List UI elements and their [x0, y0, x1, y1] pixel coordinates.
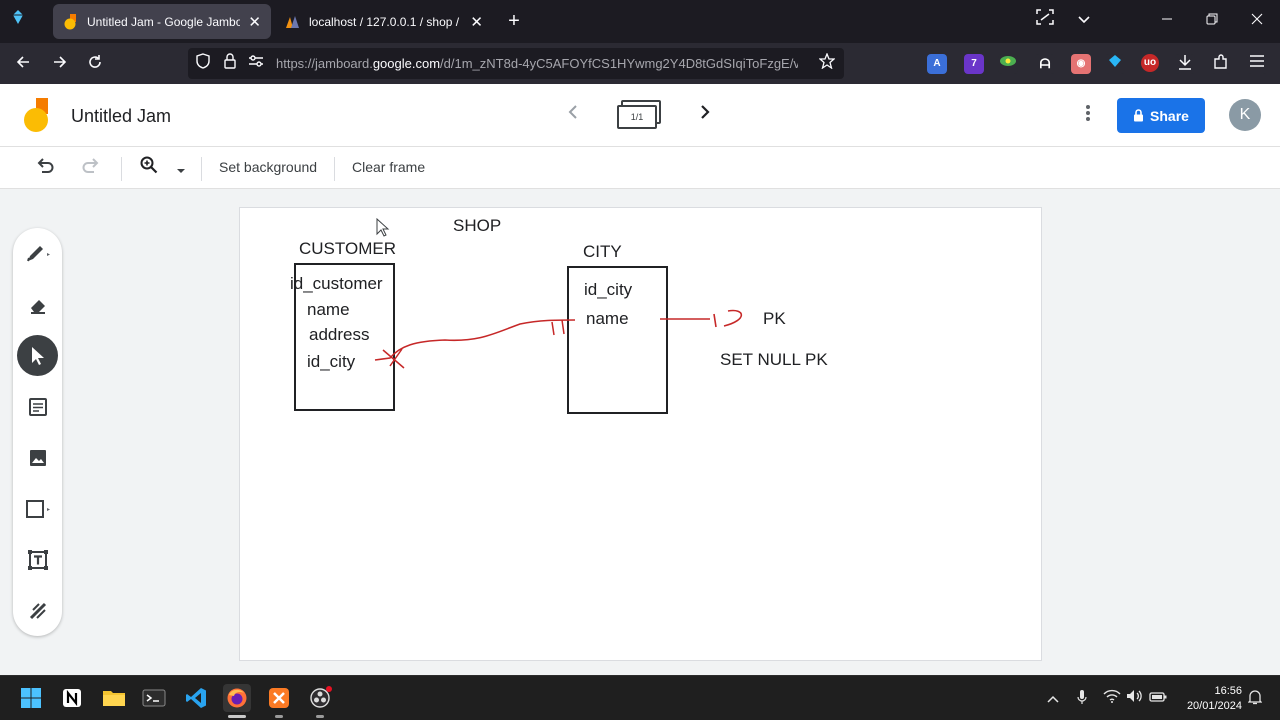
- frame-bar-button[interactable]: 1/1: [617, 99, 661, 131]
- download-icon[interactable]: [1175, 54, 1195, 74]
- reload-icon[interactable]: [82, 51, 108, 77]
- ublock-icon[interactable]: uo: [1141, 54, 1159, 72]
- redo-icon[interactable]: [79, 156, 103, 180]
- tab-phpmyadmin[interactable]: localhost / 127.0.0.1 / shop / tb_c ✕: [275, 4, 493, 39]
- clear-frame-button[interactable]: Clear frame: [352, 159, 425, 175]
- jamboard-toolbar: Set background Clear frame: [0, 147, 1280, 189]
- fox-extension-icon[interactable]: ◉: [1071, 54, 1091, 74]
- close-icon[interactable]: ✕: [248, 13, 261, 31]
- share-label: Share: [1150, 107, 1189, 124]
- vscode-icon[interactable]: [182, 684, 210, 712]
- prev-frame-chevron-icon[interactable]: [566, 102, 580, 128]
- jam-title[interactable]: Untitled Jam: [71, 106, 171, 127]
- toolbar-divider: [121, 157, 122, 181]
- windows-taskbar: 16:56 20/01/2024: [0, 675, 1280, 720]
- set-background-button[interactable]: Set background: [219, 159, 317, 175]
- browser-tab-strip: Untitled Jam - Google Jamboard ✕ localho…: [0, 0, 1280, 43]
- pen-tool-icon[interactable]: [17, 233, 58, 274]
- file-explorer-icon[interactable]: [100, 684, 128, 712]
- firefox-taskbar-icon[interactable]: [223, 684, 251, 712]
- permissions-icon[interactable]: [246, 53, 266, 73]
- next-frame-chevron-icon[interactable]: [698, 102, 712, 128]
- obs-icon[interactable]: [306, 684, 334, 712]
- diamond-extension-icon[interactable]: [1105, 54, 1125, 74]
- color-extension-icon[interactable]: [998, 54, 1018, 74]
- avatar[interactable]: K: [1229, 99, 1261, 131]
- minimize-icon[interactable]: [1155, 9, 1179, 33]
- lock-icon: [1134, 109, 1144, 122]
- text-box-tool-icon[interactable]: [17, 539, 58, 580]
- back-arrow-icon[interactable]: [10, 51, 36, 77]
- pk-ink-mark: [713, 309, 743, 328]
- terminal-icon[interactable]: [140, 684, 168, 712]
- notion-app-icon[interactable]: [58, 684, 86, 712]
- translate-extension-icon[interactable]: A: [927, 54, 947, 74]
- one-mark-ink: [551, 319, 565, 336]
- toolbar-divider: [201, 157, 202, 181]
- eraser-tool-icon[interactable]: [17, 284, 58, 325]
- url-bar[interactable]: https://jamboard.google.com/d/1m_zNT8d-4…: [188, 48, 844, 79]
- frame-counter: 1/1: [617, 105, 657, 129]
- extensions-puzzle-icon[interactable]: [1211, 54, 1231, 74]
- firefox-view-icon[interactable]: [6, 9, 30, 33]
- mouse-cursor-icon: [376, 218, 390, 237]
- zoom-icon[interactable]: [137, 156, 161, 180]
- notification-bell-icon[interactable]: [1246, 689, 1264, 707]
- more-options-icon[interactable]: [1078, 104, 1098, 128]
- bookmark-star-icon[interactable]: [817, 52, 837, 73]
- url-text[interactable]: https://jamboard.google.com/d/1m_zNT8d-4…: [276, 56, 798, 71]
- laser-tool-icon[interactable]: [17, 590, 58, 631]
- jamboard-logo-icon[interactable]: [22, 97, 52, 133]
- clock-time: 16:56: [1214, 685, 1242, 697]
- taskbar-clock[interactable]: 16:56 20/01/2024: [1180, 684, 1242, 714]
- share-button[interactable]: Share: [1117, 98, 1205, 133]
- app-indicator: [275, 715, 283, 718]
- close-window-icon[interactable]: [1245, 9, 1269, 33]
- select-tool-icon[interactable]: [17, 335, 58, 376]
- unit-extension-icon[interactable]: ᗩ: [1035, 54, 1055, 74]
- restore-icon[interactable]: [1200, 9, 1224, 33]
- close-icon[interactable]: ✕: [470, 13, 483, 31]
- undo-icon[interactable]: [33, 156, 57, 180]
- windows-start-icon[interactable]: [17, 684, 45, 712]
- zoom-dropdown-icon[interactable]: [169, 156, 193, 180]
- jam-canvas[interactable]: SHOP CUSTOMER id_customer name address i…: [239, 207, 1042, 661]
- wifi-icon[interactable]: [1103, 689, 1121, 707]
- forward-arrow-icon[interactable]: [47, 51, 73, 77]
- screenshot-icon[interactable]: [1033, 9, 1057, 33]
- image-tool-icon[interactable]: [17, 437, 58, 478]
- lock-icon[interactable]: [220, 53, 240, 73]
- extension-badge-icon[interactable]: 7: [964, 54, 984, 74]
- clock-date: 20/01/2024: [1186, 700, 1242, 712]
- url-path: /d/1m_zNT8d-4yC5AFOYfCS1HYwmg2Y4D8tGdSIq…: [440, 56, 798, 71]
- relationship-ink-line: [374, 319, 576, 361]
- tab-jamboard[interactable]: Untitled Jam - Google Jamboard ✕: [53, 4, 271, 39]
- xampp-icon[interactable]: [265, 684, 293, 712]
- jamboard-icon: [63, 13, 79, 30]
- phpmyadmin-icon: [285, 14, 301, 30]
- volume-icon[interactable]: [1126, 689, 1144, 707]
- jamboard-header: Untitled Jam 1/1 Share K: [0, 84, 1280, 147]
- url-domain: google.com: [372, 56, 441, 71]
- tool-palette: [13, 228, 62, 636]
- shield-icon[interactable]: [193, 53, 213, 73]
- show-hidden-icons-chevron-icon[interactable]: [1044, 689, 1062, 707]
- browser-nav-bar: https://jamboard.google.com/d/1m_zNT8d-4…: [0, 43, 1280, 84]
- active-app-indicator: [228, 715, 246, 718]
- url-prefix: https://jamboard.: [276, 56, 373, 71]
- ink-strokes: [374, 309, 743, 369]
- shape-tool-icon[interactable]: [17, 488, 58, 529]
- plus-icon[interactable]: +: [502, 9, 526, 33]
- sticky-note-icon[interactable]: [17, 386, 58, 427]
- microphone-icon[interactable]: [1073, 689, 1091, 707]
- battery-icon[interactable]: [1149, 689, 1167, 707]
- chevron-down-icon[interactable]: [1072, 9, 1096, 33]
- toolbar-divider: [334, 157, 335, 181]
- tab-title: localhost / 127.0.0.1 / shop / tb_c: [309, 14, 462, 29]
- tab-title: Untitled Jam - Google Jamboard: [87, 14, 241, 29]
- hamburger-menu-icon[interactable]: [1247, 54, 1267, 74]
- app-indicator: [316, 715, 324, 718]
